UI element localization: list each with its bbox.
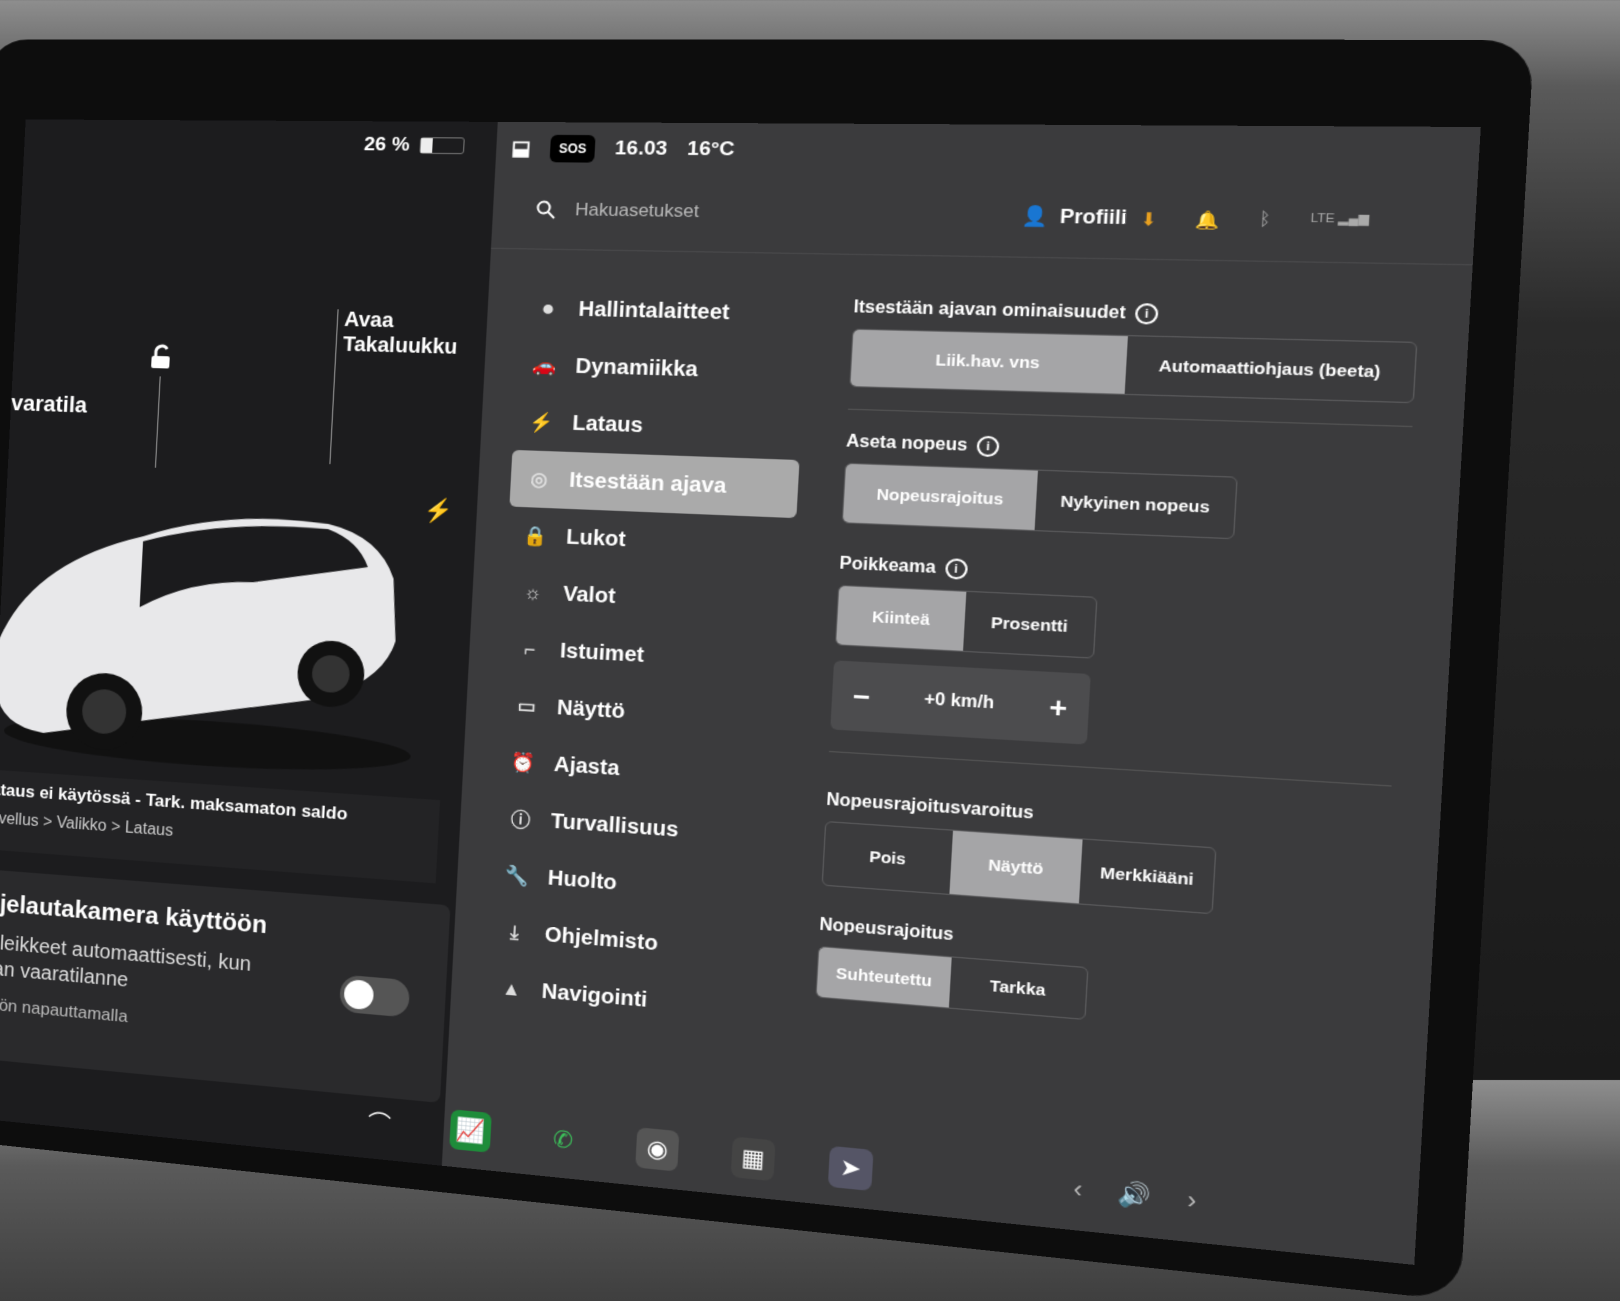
charge-port-icon[interactable]: ⚡ — [423, 497, 453, 525]
speed-warning-selector: Pois Näyttö Merkkiääni — [821, 820, 1217, 915]
car-image — [0, 507, 412, 780]
nav-item-label: Lukot — [565, 525, 627, 552]
battery-status: 26 % — [363, 133, 466, 158]
chevron-left-icon[interactable]: ‹ — [1073, 1175, 1083, 1204]
nav-item-label: Itsestään ajava — [568, 468, 727, 498]
nav-item-label: Ajasta — [553, 752, 621, 780]
nav-item-label: Dynamiikka — [574, 354, 699, 382]
dashcam-toggle[interactable] — [339, 974, 411, 1018]
segment-option[interactable]: Tarkka — [949, 957, 1087, 1018]
segment-option[interactable]: Nykyinen nopeus — [1035, 471, 1237, 538]
profile-label: Profiili — [1059, 205, 1128, 229]
camera-app-icon[interactable]: ◉ — [635, 1127, 680, 1172]
offset-selector: Kiinteä Prosentti — [834, 584, 1098, 659]
open-trunk-label[interactable]: Avaa Takaluukku — [342, 307, 487, 360]
dashcam-title: ojelautakamera käyttöön — [0, 889, 268, 940]
unlock-icon[interactable] — [147, 344, 175, 371]
segment-option[interactable]: Pois — [823, 822, 953, 894]
speed-limit-selector: Suhteutettu Tarkka — [815, 945, 1089, 1021]
dashcam-card: ojelautakamera käyttöön a leikkeet autom… — [0, 869, 451, 1103]
navigation-icon: ▲ — [501, 977, 522, 1000]
info-icon[interactable]: i — [1134, 303, 1159, 325]
clock: 16.03 — [614, 137, 668, 161]
car-icon: 🚗 — [532, 354, 558, 376]
features-selector: Liik.hav. vns Automaattiohjaus (beeta) — [849, 328, 1418, 404]
segment-option[interactable]: Näyttö — [949, 830, 1083, 904]
segment-option[interactable]: Kiinteä — [836, 585, 967, 651]
maps-app-icon[interactable]: ➤ — [827, 1145, 874, 1192]
header-icons: ⬇ 🔔 ᛒ LTE ▂▄▆ — [1140, 209, 1370, 235]
nav-item[interactable]: ⏺ Hallintalaitteet — [519, 280, 810, 344]
segment-option[interactable]: Merkkiääni — [1079, 839, 1215, 913]
offset-value: +0 km/h — [923, 690, 995, 713]
info-icon[interactable]: i — [944, 558, 968, 580]
lock-status-icon[interactable]: ⬓ — [511, 136, 532, 160]
lock-icon: 🔒 — [523, 524, 549, 547]
charging-notice: ataus ei käytössä - Tark. maksamaton sal… — [0, 769, 441, 884]
car-panel: 26 % varatila Avaa Takaluukku ⚡ ataus ei… — [0, 119, 498, 1166]
seat-icon: ⌐ — [523, 638, 537, 660]
nav-item[interactable]: 🚗 Dynamiikka — [515, 337, 806, 402]
info-icon[interactable]: i — [976, 435, 1000, 458]
search-icon — [536, 200, 557, 219]
nav-item-label: Huolto — [547, 866, 618, 895]
nav-item-label: Turvallisuus — [550, 809, 680, 842]
features-title: Itsestään ajavan ominaisuudet i — [853, 297, 1419, 330]
sun-icon: ☼ — [523, 581, 543, 604]
autopilot-settings: Itsestään ajavan ominaisuudet i Liik.hav.… — [815, 297, 1419, 1044]
signal-icon: LTE ▂▄▆ — [1310, 211, 1370, 227]
segment-option[interactable]: Nopeusrajoitus — [842, 463, 1038, 531]
segment-option[interactable]: Prosentti — [963, 592, 1096, 658]
alert-icon: ⓘ — [510, 809, 531, 832]
person-icon: 👤 — [1020, 204, 1049, 228]
increase-button[interactable]: + — [1048, 690, 1068, 725]
frunk-label[interactable]: varatila — [10, 390, 88, 419]
segment-option[interactable]: Automaattiohjaus (beeta) — [1125, 336, 1416, 402]
speaker-icon[interactable]: 🔊 — [1117, 1179, 1152, 1211]
dashcam-description: a leikkeet automaattisesti, kun aan vaar… — [0, 931, 252, 992]
status-bar: ⬓ SOS 16.03 16°C — [495, 122, 1481, 184]
phone-icon[interactable]: ✆ — [541, 1118, 584, 1162]
search-input[interactable]: Hakuasetukset — [575, 199, 700, 222]
sos-button[interactable]: SOS — [549, 134, 596, 163]
nav-item-label: Hallintalaitteet — [577, 297, 731, 325]
nav-item-label: Istuimet — [559, 638, 645, 667]
decrease-button[interactable]: − — [852, 679, 871, 714]
outside-temperature: 16°C — [686, 137, 736, 161]
stocks-app-icon[interactable]: 📈 — [449, 1109, 492, 1153]
settings-header: Hakuasetukset 👤 Profiili ⬇ 🔔 ᛒ LTE ▂▄▆ — [490, 179, 1478, 266]
nav-item-label: Näyttö — [556, 695, 626, 723]
alarm-icon: ⏰ — [511, 750, 537, 774]
nav-item[interactable]: ⚡ Lataus — [512, 393, 802, 460]
nav-item-label: Valot — [562, 582, 616, 608]
bolt-icon: ⚡ — [529, 411, 555, 433]
steering-wheel-icon: ◎ — [529, 467, 549, 490]
settings-panel: ⬓ SOS 16.03 16°C Hakuasetukset 👤 Profiil… — [441, 121, 1481, 1265]
bluetooth-icon[interactable]: ᛒ — [1258, 210, 1272, 233]
bell-icon[interactable]: 🔔 — [1195, 209, 1221, 232]
segment-option[interactable]: Liik.hav. vns — [850, 329, 1128, 394]
segment-option[interactable]: Suhteutettu — [816, 947, 952, 1008]
notice-path: ovellus > Valikko > Lataus — [0, 809, 174, 840]
profile-button[interactable]: 👤 Profiili — [1020, 204, 1128, 230]
battery-icon — [419, 137, 466, 155]
battery-percent: 26 % — [363, 133, 411, 156]
touchscreen: 26 % varatila Avaa Takaluukku ⚡ ataus ei… — [0, 119, 1481, 1265]
search-bar[interactable]: Hakuasetukset — [536, 199, 700, 222]
set-speed-selector: Nopeusrajoitus Nykyinen nopeus — [841, 462, 1238, 540]
download-icon: ⤓ — [509, 921, 520, 943]
display-icon: ▭ — [517, 694, 537, 717]
nav-item-label: Lataus — [571, 411, 644, 437]
nav-item-label: Navigointi — [541, 979, 648, 1012]
offset-stepper: − +0 km/h + — [830, 660, 1091, 745]
wrench-icon: 🔧 — [504, 864, 531, 887]
toybox-app-icon[interactable]: ▦ — [730, 1136, 776, 1182]
nav-item-label: Ohjelmisto — [544, 922, 659, 955]
wiper-icon[interactable]: ⌒ — [358, 1100, 400, 1143]
dashcam-hint: ttöön napauttamalla — [0, 993, 129, 1027]
chevron-right-icon[interactable]: › — [1187, 1186, 1197, 1216]
download-icon[interactable]: ⬇ — [1140, 209, 1157, 231]
settings-nav: ⏺ Hallintalaitteet 🚗 Dynamiikka ⚡ Lataus ◎ Itse… — [482, 280, 809, 1040]
toggle-icon: ⏺ — [542, 297, 554, 319]
